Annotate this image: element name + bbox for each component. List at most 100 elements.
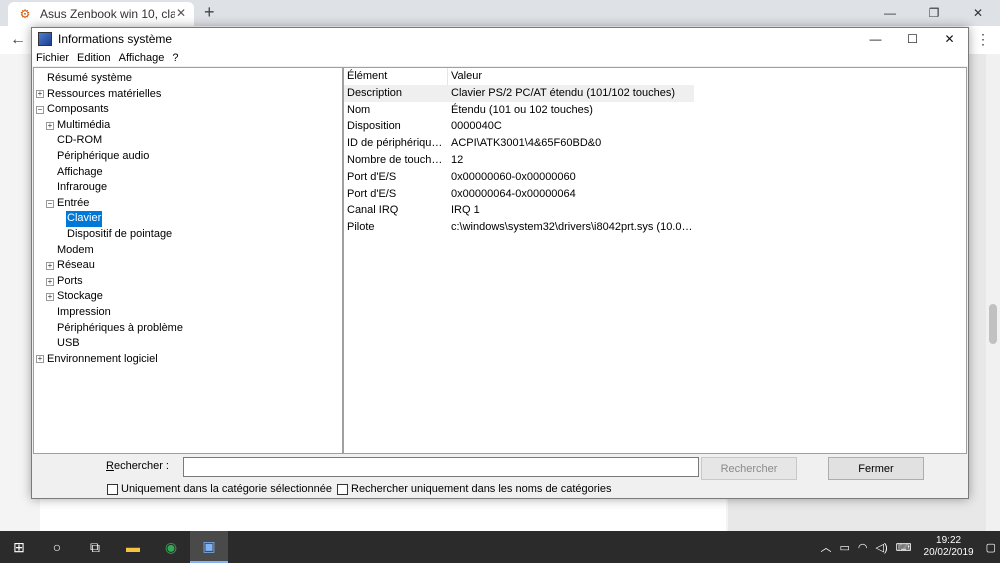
tree-item[interactable]: + Ports xyxy=(34,274,342,290)
tree-item[interactable]: Infrarouge xyxy=(34,180,342,196)
details-row[interactable]: Port d'E/S 0x00000064-0x00000064 xyxy=(344,186,966,203)
expand-icon[interactable]: + xyxy=(46,261,54,270)
details-element-cell: Pilote xyxy=(347,221,375,234)
tree-item-label: Entrée xyxy=(57,196,90,209)
tree-item[interactable]: USB xyxy=(34,336,342,352)
volume-icon[interactable]: ◁) xyxy=(876,541,888,554)
details-row[interactable]: Nom Étendu (101 ou 102 touches) xyxy=(344,102,966,119)
tab-close-icon[interactable]: ✕ xyxy=(176,6,186,20)
column-header-element[interactable]: Élément xyxy=(344,68,448,85)
details-row[interactable]: Disposition 0000040C xyxy=(344,118,966,135)
system-info-taskbar-icon[interactable]: ▣ xyxy=(190,531,228,563)
expand-icon[interactable]: + xyxy=(36,90,44,99)
tree-item[interactable]: Impression xyxy=(34,305,342,321)
tree-item[interactable]: Périphérique audio xyxy=(34,149,342,165)
tree-item-label: Environnement logiciel xyxy=(47,352,158,365)
tree-item[interactable]: Clavier xyxy=(34,211,342,227)
details-row[interactable]: Canal IRQ IRQ 1 xyxy=(344,202,966,219)
expand-icon[interactable]: + xyxy=(36,355,44,364)
details-row[interactable]: Port d'E/S 0x00000060-0x00000060 xyxy=(344,169,966,186)
menu-edition[interactable]: Edition xyxy=(77,52,111,64)
search-label: Rechercher : xyxy=(106,460,169,472)
search-input[interactable] xyxy=(183,457,699,477)
tray-chevron-up-icon[interactable]: ︿ xyxy=(821,539,832,555)
window-maximize-button[interactable]: ☐ xyxy=(894,28,931,50)
tree-item[interactable]: Résumé système xyxy=(34,71,342,87)
search-bar: Rechercher : Rechercher Fermer Uniquemen… xyxy=(32,457,968,497)
keyboard-icon[interactable]: ⌨ xyxy=(896,541,912,554)
tree-item-label: Périphérique audio xyxy=(57,149,150,162)
checkbox-box[interactable] xyxy=(107,483,118,495)
clock[interactable]: 19:22 20/02/2019 xyxy=(924,535,974,559)
clock-time: 19:22 xyxy=(936,535,962,546)
tree-item-label: Résumé système xyxy=(47,72,132,84)
browser-minimize-button[interactable]: — xyxy=(868,0,912,26)
details-element-cell: Canal IRQ xyxy=(347,204,399,217)
tree-item[interactable]: Périphériques à problème xyxy=(34,321,342,337)
expand-icon[interactable]: + xyxy=(46,293,54,302)
details-value-cell: 12 xyxy=(451,153,464,166)
tree-item[interactable]: − Composants xyxy=(34,102,342,118)
tree-item[interactable]: Modem xyxy=(34,243,342,259)
tree-item[interactable]: Affichage xyxy=(34,165,342,181)
scrollbar-thumb[interactable] xyxy=(989,304,997,344)
file-explorer-icon[interactable]: ▬ xyxy=(114,531,152,563)
menu-bar: Fichier Edition Affichage ? xyxy=(32,50,968,66)
tree-item[interactable]: + Ressources matérielles xyxy=(34,87,342,103)
details-element-cell: Description xyxy=(347,86,403,99)
tree-item[interactable]: Dispositif de pointage xyxy=(34,227,342,243)
tree-item-label: Affichage xyxy=(57,165,103,178)
chrome-icon[interactable]: ◉ xyxy=(152,531,190,563)
window-close-button[interactable]: ✕ xyxy=(931,28,968,50)
expand-icon[interactable]: + xyxy=(46,277,54,286)
browser-tab[interactable]: ⚙ Asus Zenbook win 10, clavier dé ✕ xyxy=(8,2,194,26)
collapse-icon[interactable]: − xyxy=(36,105,44,114)
new-tab-button[interactable]: + xyxy=(204,3,215,21)
window-minimize-button[interactable]: — xyxy=(857,28,894,50)
menu-help[interactable]: ? xyxy=(172,52,178,64)
site-favicon-icon: ⚙ xyxy=(19,7,31,21)
start-windows-icon[interactable]: ⊞ xyxy=(0,531,38,563)
browser-restore-button[interactable]: ❐ xyxy=(912,0,956,26)
tree-item[interactable]: + Réseau xyxy=(34,258,342,274)
tree-item[interactable]: + Environnement logiciel xyxy=(34,352,342,368)
tree-item[interactable]: CD-ROM xyxy=(34,133,342,149)
details-row[interactable]: Pilote c:\windows\system32\drivers\i8042p… xyxy=(344,219,966,236)
checkbox-selected-category[interactable]: Uniquement dans la catégorie sélectionné… xyxy=(107,483,332,495)
tree-item[interactable]: − Entrée xyxy=(34,196,342,212)
details-row[interactable]: Description Clavier PS/2 PC/AT étendu (10… xyxy=(344,84,694,102)
details-element-cell: ID de périphérique P... xyxy=(347,137,448,150)
browser-close-button[interactable]: ✕ xyxy=(956,0,1000,26)
checkbox-box[interactable] xyxy=(337,483,348,495)
tree-item-label: Ports xyxy=(57,274,83,287)
menu-fichier[interactable]: Fichier xyxy=(36,52,69,64)
details-row[interactable]: ID de périphérique P... ACPI\ATK3001\4&65… xyxy=(344,135,966,152)
tree-item[interactable]: + Multimédia xyxy=(34,118,342,134)
details-list[interactable]: Élément Valeur Description Clavier PS/2 P… xyxy=(343,67,967,454)
details-element-cell: Disposition xyxy=(347,120,401,133)
tree-item[interactable]: + Stockage xyxy=(34,289,342,305)
column-header-value[interactable]: Valeur xyxy=(448,68,694,85)
tree-item-label: Multimédia xyxy=(57,118,111,131)
notification-icon[interactable]: ▢ xyxy=(986,541,996,554)
browser-menu-icon[interactable]: ⋮ xyxy=(976,31,990,48)
page-scrollbar[interactable] xyxy=(986,54,1000,531)
category-tree[interactable]: Résumé système + Ressources matérielles − Co… xyxy=(33,67,343,454)
menu-affichage[interactable]: Affichage xyxy=(119,52,165,64)
details-header-row: Élément Valeur xyxy=(344,68,966,85)
wifi-icon[interactable]: ◠ xyxy=(858,541,868,554)
browser-tab-title: Asus Zenbook win 10, clavier dé xyxy=(40,7,175,21)
tree-item-label: Composants xyxy=(47,103,109,116)
cortana-search-icon[interactable]: ○ xyxy=(38,531,76,563)
search-button[interactable]: Rechercher xyxy=(701,457,797,480)
battery-icon[interactable]: ▭ xyxy=(840,541,850,554)
task-view-icon[interactable]: ⧉ xyxy=(76,531,114,563)
window-titlebar[interactable]: Informations système xyxy=(32,28,968,50)
expand-icon[interactable]: + xyxy=(46,121,54,130)
checkbox-category-names-only[interactable]: Rechercher uniquement dans les noms de c… xyxy=(337,483,611,495)
back-button[interactable]: ← xyxy=(10,31,26,49)
close-button[interactable]: Fermer xyxy=(828,457,924,480)
collapse-icon[interactable]: − xyxy=(46,199,54,208)
window-body: Résumé système + Ressources matérielles − Co… xyxy=(32,66,968,498)
details-row[interactable]: Nombre de touches ... 12 xyxy=(344,152,966,169)
